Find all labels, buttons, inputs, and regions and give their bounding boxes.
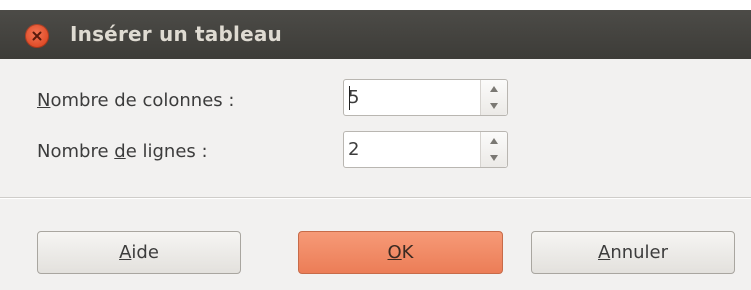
dialog-title: Insérer un tableau <box>70 22 282 46</box>
columns-spinbox[interactable] <box>343 79 508 116</box>
columns-label-text: ombre de colonnes : <box>50 90 235 111</box>
rows-label-text: e lignes : <box>125 141 208 162</box>
rows-label: Nombre de lignes : <box>37 141 208 162</box>
columns-input[interactable] <box>346 82 480 113</box>
help-text: ide <box>131 242 159 263</box>
close-button[interactable] <box>25 24 49 48</box>
chevron-up-icon <box>490 85 498 92</box>
chevron-up-icon <box>490 137 498 144</box>
columns-label: Nombre de colonnes : <box>37 90 234 111</box>
columns-increment-button[interactable] <box>481 80 507 97</box>
rows-increment-button[interactable] <box>481 132 507 149</box>
cancel-text: nnuler <box>610 242 669 263</box>
cancel-mnemonic: A <box>597 242 611 263</box>
ok-mnemonic: O <box>387 242 402 263</box>
help-button-label: Aide <box>119 242 159 263</box>
rows-label-prefix: Nombre <box>37 141 115 162</box>
text-cursor <box>349 86 350 110</box>
help-mnemonic: A <box>119 242 132 263</box>
rows-input[interactable] <box>346 134 480 165</box>
rows-spin-buttons[interactable] <box>480 132 507 167</box>
cancel-button[interactable]: Annuler <box>531 231 735 274</box>
chevron-down-icon <box>490 102 498 109</box>
ok-button-label: OK <box>388 242 414 263</box>
cancel-button-label: Annuler <box>598 242 668 263</box>
rows-decrement-button[interactable] <box>481 149 507 166</box>
columns-spin-buttons[interactable] <box>480 80 507 115</box>
ok-button[interactable]: OK <box>298 231 503 274</box>
columns-decrement-button[interactable] <box>481 97 507 114</box>
chevron-down-icon <box>490 154 498 161</box>
button-separator-highlight <box>0 198 751 199</box>
title-bar[interactable]: Insérer un tableau <box>0 10 751 59</box>
window-top-band <box>0 0 751 10</box>
help-button[interactable]: Aide <box>37 231 241 274</box>
close-icon <box>32 31 42 41</box>
columns-label-mnemonic: N <box>37 90 51 111</box>
ok-text: K <box>401 242 414 263</box>
rows-spinbox[interactable] <box>343 131 508 168</box>
insert-table-dialog: Insérer un tableau Nombre de colonnes : … <box>0 0 751 290</box>
rows-label-mnemonic: d <box>114 141 126 162</box>
